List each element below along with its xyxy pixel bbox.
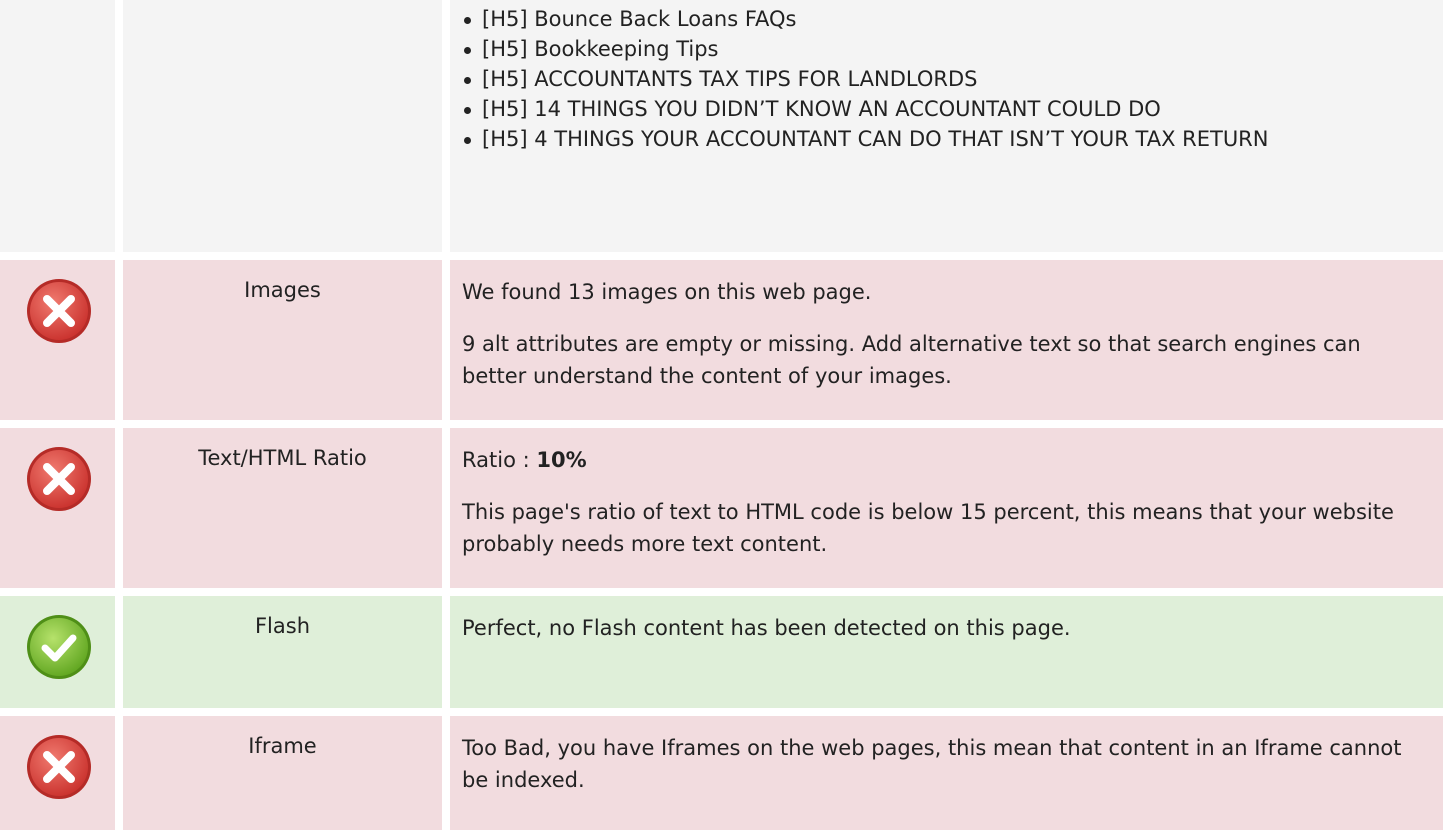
images-content: We found 13 images on this web page. 9 a… — [450, 260, 1443, 420]
error-x-circle-icon — [25, 445, 93, 513]
list-item: [H5] 14 THINGS YOU DIDN’T KNOW AN ACCOUN… — [462, 94, 1403, 124]
headings-row: [H5] Bounce Back Loans FAQs [H5] Bookkee… — [0, 0, 1443, 252]
ratio-row: Text/HTML Ratio Ratio : 10% This page's … — [0, 428, 1443, 588]
images-status-cell — [0, 260, 115, 420]
ratio-prefix: Ratio : — [462, 448, 537, 472]
ratio-content: Ratio : 10% This page's ratio of text to… — [450, 428, 1443, 588]
iframe-content: Too Bad, you have Iframes on the web pag… — [450, 716, 1443, 830]
images-label: Images — [123, 260, 442, 420]
ratio-value-line: Ratio : 10% — [462, 444, 1403, 476]
flash-status-cell — [0, 596, 115, 708]
flash-text: Perfect, no Flash content has been detec… — [462, 616, 1071, 640]
iframe-text: Too Bad, you have Iframes on the web pag… — [462, 736, 1402, 792]
list-item: [H5] 4 THINGS YOUR ACCOUNTANT CAN DO THA… — [462, 124, 1403, 154]
flash-label: Flash — [123, 596, 442, 708]
ratio-status-cell — [0, 428, 115, 588]
iframe-row: Iframe Too Bad, you have Iframes on the … — [0, 716, 1443, 830]
images-alt-text: 9 alt attributes are empty or missing. A… — [462, 332, 1361, 388]
list-item: [H5] Bounce Back Loans FAQs — [462, 4, 1403, 34]
images-row: Images We found 13 images on this web pa… — [0, 260, 1443, 420]
headings-list: [H5] Bounce Back Loans FAQs [H5] Bookkee… — [462, 4, 1403, 154]
iframe-label: Iframe — [123, 716, 442, 830]
headings-content-cell: [H5] Bounce Back Loans FAQs [H5] Bookkee… — [450, 0, 1443, 252]
headings-icon-cell — [0, 0, 115, 252]
check-circle-icon — [25, 613, 93, 681]
flash-content: Perfect, no Flash content has been detec… — [450, 596, 1443, 708]
list-item: [H5] Bookkeeping Tips — [462, 34, 1403, 64]
ratio-description: This page's ratio of text to HTML code i… — [462, 500, 1394, 556]
ratio-value: 10% — [536, 448, 587, 472]
headings-label-cell — [123, 0, 442, 252]
iframe-status-cell — [0, 716, 115, 830]
list-item: [H5] ACCOUNTANTS TAX TIPS FOR LANDLORDS — [462, 64, 1403, 94]
images-count-text: We found 13 images on this web page. — [462, 280, 872, 304]
flash-row: Flash Perfect, no Flash content has been… — [0, 596, 1443, 708]
error-x-circle-icon — [25, 277, 93, 345]
ratio-label: Text/HTML Ratio — [123, 428, 442, 588]
error-x-circle-icon — [25, 733, 93, 801]
